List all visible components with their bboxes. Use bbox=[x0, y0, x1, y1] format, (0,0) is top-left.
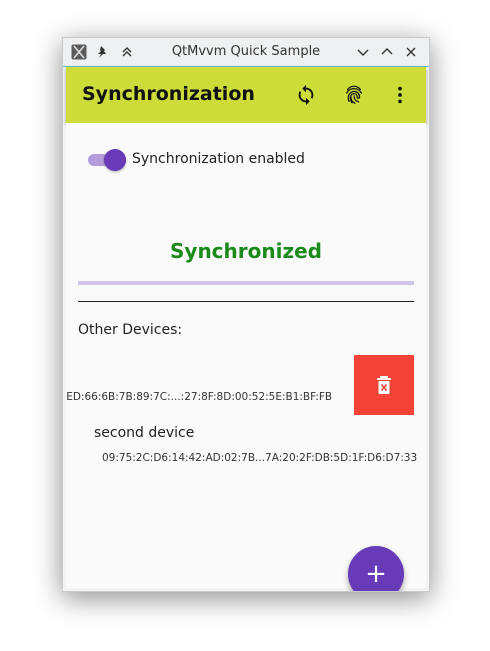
sync-enabled-label[interactable]: Synchronization enabled bbox=[132, 151, 305, 167]
sync-enabled-switch[interactable] bbox=[86, 149, 126, 171]
device-list-item[interactable]: 5:ED:66:6B:7B:89:7C:...:27:8F:8D:00:52:5… bbox=[66, 355, 426, 415]
window-title: QtMvvm Quick Sample bbox=[171, 44, 321, 59]
device-fingerprint: 09:75:2C:D6:14:42:AD:02:7B...7A:20:2F:DB… bbox=[102, 452, 418, 464]
x-app-icon[interactable] bbox=[69, 42, 89, 62]
add-device-button[interactable]: + bbox=[348, 546, 404, 591]
chevron-down-icon[interactable] bbox=[353, 42, 373, 62]
sync-progress-fill bbox=[78, 281, 414, 285]
device-name: second device bbox=[94, 425, 195, 441]
device-list-item[interactable]: second device 09:75:2C:D6:14:42:AD:02:7B… bbox=[66, 423, 426, 473]
app-window: QtMvvm Quick Sample Synchronization Sync… bbox=[62, 37, 430, 592]
chevron-up-icon[interactable] bbox=[377, 42, 397, 62]
delete-device-button[interactable] bbox=[354, 355, 414, 415]
pin-icon[interactable] bbox=[93, 42, 113, 62]
add-icon: + bbox=[365, 559, 387, 589]
section-divider bbox=[78, 301, 414, 302]
chevrons-up-icon[interactable] bbox=[117, 42, 137, 62]
device-fingerprint: 5:ED:66:6B:7B:89:7C:...:27:8F:8D:00:52:5… bbox=[66, 391, 333, 403]
sync-status-text: Synchronized bbox=[170, 239, 322, 263]
close-icon[interactable] bbox=[401, 42, 421, 62]
fingerprint-icon[interactable] bbox=[338, 79, 370, 111]
sync-icon[interactable] bbox=[290, 79, 322, 111]
page-content: Synchronization enabled Synchronized Oth… bbox=[66, 123, 426, 591]
sync-progress-bar bbox=[78, 281, 414, 285]
other-devices-label: Other Devices: bbox=[78, 322, 183, 338]
window-titlebar[interactable]: QtMvvm Quick Sample bbox=[63, 38, 429, 66]
switch-knob[interactable] bbox=[104, 149, 126, 171]
app-bar: Synchronization bbox=[66, 67, 426, 123]
delete-icon bbox=[377, 376, 391, 394]
more-vert-icon[interactable] bbox=[384, 79, 416, 111]
page-title: Synchronization bbox=[82, 83, 255, 105]
